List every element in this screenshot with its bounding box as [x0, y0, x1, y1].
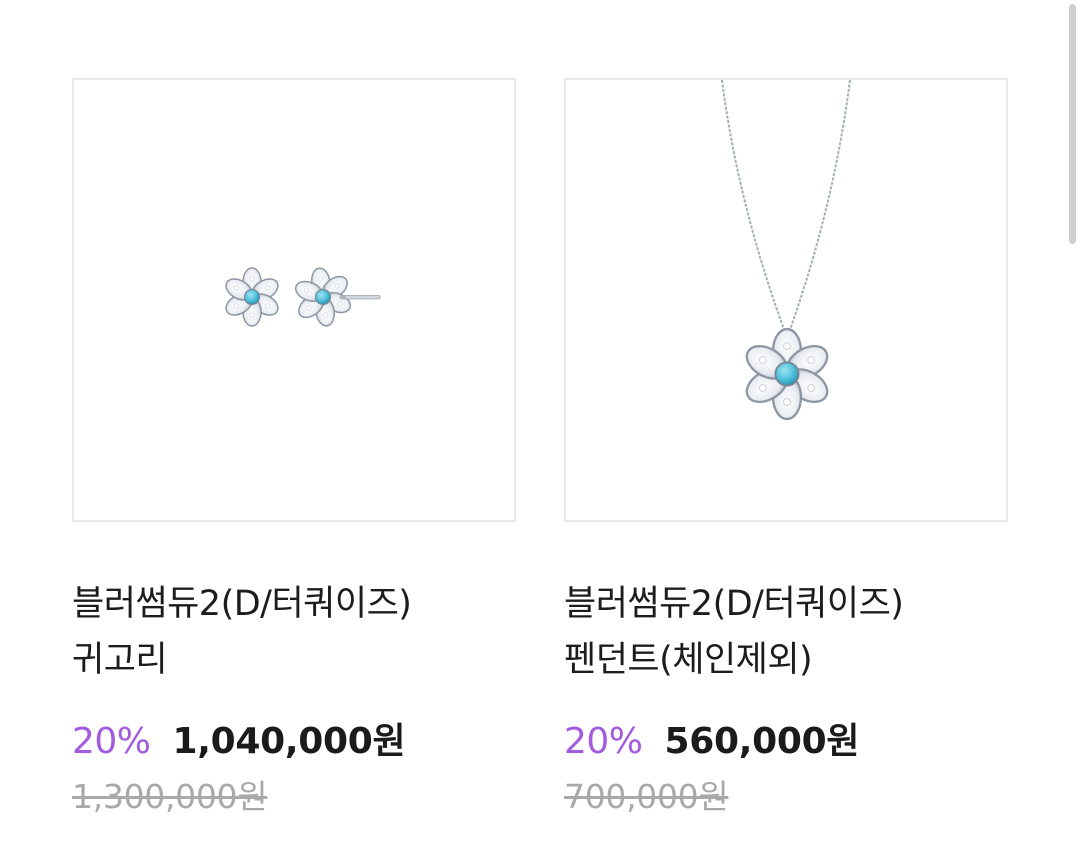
original-price: 1,300,000원 — [72, 777, 268, 816]
sale-price: 1,040,000원 — [172, 721, 406, 762]
product-image-pendant[interactable] — [564, 78, 1008, 522]
price-row: 20% 1,040,000원 — [72, 712, 516, 764]
flower-pendant-necklace-image — [721, 80, 851, 421]
flower-earrings-image — [221, 263, 381, 331]
product-name-earrings[interactable]: 블러썸듀2(D/터쿼이즈) 귀고리 — [72, 576, 516, 688]
product-name-line2: 귀고리 — [72, 640, 168, 680]
scrollbar[interactable] — [1069, 4, 1076, 244]
discount-rate: 20% — [72, 721, 151, 762]
price-row: 20% 560,000원 — [564, 712, 1008, 764]
product-name-pendant[interactable]: 블러썸듀2(D/터쿼이즈) 펜던트(체인제외) — [564, 576, 1008, 688]
product-card-earrings[interactable]: 블러썸듀2(D/터쿼이즈) 귀고리 20% 1,040,000원 1,300,0… — [72, 78, 516, 818]
discount-rate: 20% — [564, 721, 643, 762]
product-card-pendant[interactable]: 블러썸듀2(D/터쿼이즈) 펜던트(체인제외) 20% 560,000원 700… — [564, 78, 1008, 818]
product-name-line2: 펜던트(체인제외) — [564, 640, 813, 680]
product-name-line1: 블러썸듀2(D/터쿼이즈) — [72, 584, 412, 624]
sale-price: 560,000원 — [664, 721, 860, 762]
product-name-line1: 블러썸듀2(D/터쿼이즈) — [564, 584, 904, 624]
original-price: 700,000원 — [564, 777, 729, 816]
product-grid: 블러썸듀2(D/터쿼이즈) 귀고리 20% 1,040,000원 1,300,0… — [72, 78, 1008, 818]
product-image-earrings[interactable] — [72, 78, 516, 522]
